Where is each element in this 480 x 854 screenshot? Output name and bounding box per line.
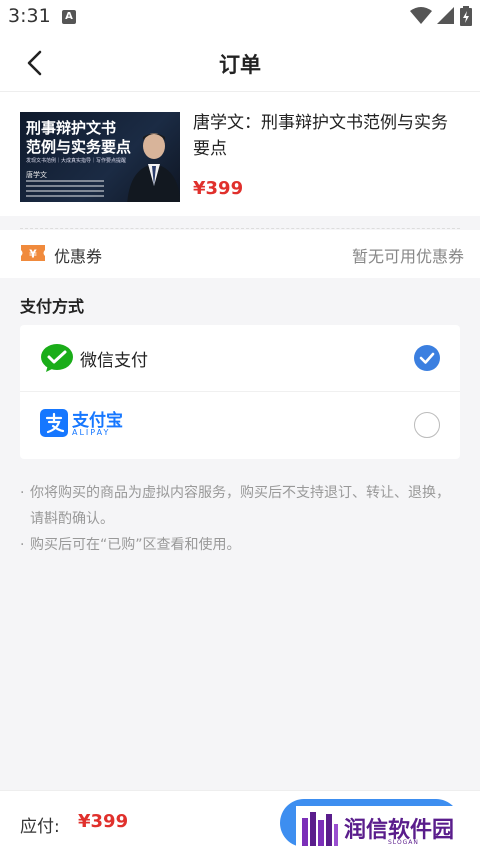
coupon-row[interactable]: ¥ 优惠券 暂无可用优惠券 [0, 230, 480, 278]
watermark-logo-icon [302, 812, 338, 846]
coupon-value: 暂无可用优惠券 [351, 247, 464, 266]
wifi-icon [410, 7, 432, 24]
payment-section-title: 支付方式 [20, 297, 85, 316]
cover-author: 唐学文 [26, 171, 47, 179]
payment-option-wechat[interactable]: 微信支付 [20, 325, 460, 392]
author-portrait-icon [127, 133, 180, 202]
alipay-icon [40, 409, 68, 437]
product-price: ¥399 [193, 178, 244, 199]
amount-due-label: 应付: [20, 817, 60, 837]
product-card[interactable]: 刑事辩护文书 范例与实务要点 发现文书范例｜大成真实指导｜写作要点提醒 唐学文 … [0, 92, 480, 216]
page-title: 订单 [219, 53, 261, 77]
cover-title-line1: 刑事辩护文书 [26, 119, 117, 137]
divider [20, 228, 460, 229]
payment-methods: 微信支付 支付宝 ALIPAY [20, 325, 460, 459]
svg-text:¥: ¥ [29, 248, 37, 261]
note-text: 你将购买的商品为虚拟内容服务，购买后不支持退订、转让、退换，请斟酌确认。 [30, 485, 450, 527]
status-time: 3:31 [8, 5, 51, 27]
note-item: · 购买后可在“已购”区查看和使用。 [20, 532, 460, 558]
note-text: 购买后可在“已购”区查看和使用。 [30, 537, 241, 553]
amount-due-value: ¥399 [78, 811, 129, 832]
notification-a-icon: A [62, 10, 76, 24]
cover-subtitle: 发现文书范例｜大成真实指导｜写作要点提醒 [26, 158, 127, 164]
product-title: 唐学文：刑事辩护文书范例与实务要点 [193, 113, 448, 159]
purchase-notes: · 你将购买的商品为虚拟内容服务，购买后不支持退订、转让、退换，请斟酌确认。 ·… [20, 480, 460, 558]
payment-option-alipay[interactable]: 支付宝 ALIPAY [20, 392, 460, 459]
battery-icon [460, 6, 472, 26]
watermark-slogan: SLOGAN [388, 839, 419, 846]
wechat-pay-icon [41, 344, 73, 372]
alipay-sublabel: ALIPAY [72, 428, 111, 437]
bullet-icon: · [20, 485, 25, 501]
coupon-ticket-icon: ¥ [21, 245, 45, 261]
coupon-label: 优惠券 [54, 247, 103, 266]
note-item: · 你将购买的商品为虚拟内容服务，购买后不支持退订、转让、退换，请斟酌确认。 [20, 480, 460, 532]
status-bar: 3:31 A [0, 0, 480, 34]
navbar: 订单 [0, 34, 480, 92]
wechat-pay-radio[interactable] [414, 345, 440, 371]
check-icon [419, 352, 435, 364]
watermark: 润信软件园 SLOGAN [296, 806, 476, 852]
course-cover-image: 刑事辩护文书 范例与实务要点 发现文书范例｜大成真实指导｜写作要点提醒 唐学文 [20, 112, 180, 202]
wechat-pay-label: 微信支付 [80, 351, 148, 371]
bullet-icon: · [20, 537, 25, 553]
alipay-radio[interactable] [414, 412, 440, 438]
cover-text-lines [26, 180, 106, 200]
signal-icon [437, 7, 454, 24]
cover-title-line2: 范例与实务要点 [26, 138, 132, 156]
